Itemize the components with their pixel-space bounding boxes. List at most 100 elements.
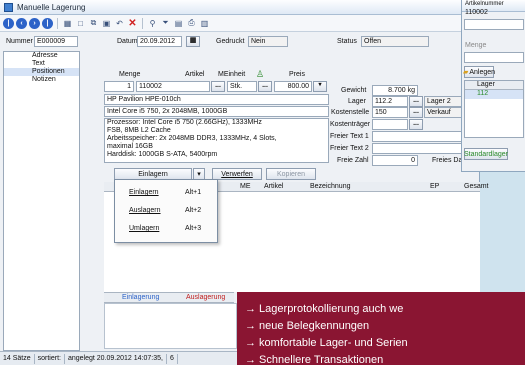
gedruckt-label: Gedruckt bbox=[216, 38, 245, 45]
preis-dropdown-icon[interactable]: ▾ bbox=[313, 81, 327, 92]
lager-lookup-button[interactable]: ... bbox=[409, 96, 423, 107]
standardlager-button[interactable]: Standardlager bbox=[464, 148, 508, 160]
freier-text-1-field[interactable] bbox=[372, 131, 464, 142]
kostenstelle-label: Kostenstelle bbox=[331, 109, 370, 116]
status-label: Status bbox=[337, 38, 357, 45]
note-icon[interactable]: ▥ bbox=[199, 18, 210, 29]
kostentraeger-field[interactable] bbox=[372, 119, 408, 130]
column-ep[interactable]: EP bbox=[430, 183, 439, 190]
second-top-field[interactable] bbox=[464, 19, 524, 30]
window-title: Manuelle Lagerung bbox=[17, 2, 86, 12]
next-icon[interactable]: › bbox=[29, 17, 40, 29]
menge-label: Menge bbox=[119, 71, 141, 78]
toolbar: | ‹ › | ▦ □ ⧉ ▣ ↶ ✕ ⚲ ⏷ ▤ ⎙ ▥ bbox=[0, 15, 479, 32]
menu-item-umlagern[interactable]: Umlagern bbox=[129, 225, 159, 232]
promo-banner: → Lagerprotokollierung auch we → neue Be… bbox=[237, 292, 525, 365]
doc-icon[interactable]: ▤ bbox=[173, 18, 184, 29]
toolbar-separator bbox=[57, 17, 58, 29]
kostenstelle-field[interactable]: 150 bbox=[372, 107, 408, 118]
bezeichnung-field[interactable]: HP Pavilion HPE-010ch bbox=[104, 94, 329, 105]
banner-line: → neue Belegkennungen bbox=[245, 320, 370, 332]
last-icon[interactable]: | bbox=[42, 17, 53, 29]
status-field: Offen bbox=[361, 36, 429, 47]
artikel-field[interactable]: 110002 bbox=[136, 81, 210, 92]
verwerfen-button[interactable]: Verwerfen bbox=[212, 168, 262, 180]
datum-label: Datum bbox=[117, 38, 138, 45]
column-artikel[interactable]: Artikel bbox=[264, 183, 283, 190]
kopieren-button[interactable]: Kopieren bbox=[266, 168, 316, 180]
anlegen-button[interactable]: ▰ Anlegen bbox=[463, 66, 495, 78]
artikelnummer-value: 110002 bbox=[465, 9, 488, 16]
person-icon: ♙ bbox=[256, 69, 265, 79]
kurztext-field[interactable]: Intel Core i5 750, 2x 2048MB, 1000GB bbox=[104, 106, 329, 117]
column-gesamt[interactable]: Gesamt bbox=[464, 183, 489, 190]
save-icon[interactable]: ▣ bbox=[101, 18, 112, 29]
calendar-icon[interactable]: ▦ bbox=[186, 36, 200, 47]
sidebar: Adresse Text Positionen Notizen bbox=[3, 51, 80, 351]
lager-name-field: Lager 2 bbox=[424, 96, 464, 107]
desc-line: Arbeitsspeicher: 2x 2048MB DDR3, 1333MHz… bbox=[107, 135, 277, 142]
sort-status: sortiert: bbox=[35, 353, 65, 364]
desc-line: Harddisk: 1000GB S-ATA, 5400rpm bbox=[107, 151, 218, 158]
beschreibung-textarea[interactable]: Prozessor: Intel Core i5 750 (2.66GHz), … bbox=[104, 118, 329, 163]
artikel-label: Artikel bbox=[185, 71, 205, 78]
artikel-lookup-button[interactable]: ... bbox=[211, 81, 225, 92]
funnel-icon[interactable]: ⏷ bbox=[160, 18, 171, 29]
sidebar-item-positionen[interactable]: Positionen bbox=[4, 68, 79, 76]
freies-datum-label: Freies Da bbox=[432, 157, 463, 164]
preis-field[interactable]: 800.00 bbox=[274, 81, 312, 92]
gewicht-field[interactable]: 8.700 kg bbox=[372, 85, 418, 96]
menu-shortcut: Alt+2 bbox=[185, 207, 202, 214]
tab-einlagerung[interactable]: Einlagerung bbox=[122, 294, 159, 301]
app-icon bbox=[4, 2, 13, 12]
undo-icon[interactable]: ↶ bbox=[114, 18, 125, 29]
datum-field[interactable]: 20.09.2012 bbox=[137, 36, 182, 47]
delete-icon[interactable]: ✕ bbox=[127, 18, 138, 29]
meinheit-lookup-button[interactable]: ... bbox=[258, 81, 272, 92]
grid-icon[interactable]: ▦ bbox=[62, 18, 73, 29]
sidebar-item-adresse[interactable]: Adresse bbox=[4, 52, 79, 60]
freie-zahl-label: Freie Zahl bbox=[337, 157, 369, 164]
banner-line: → Schnellere Transaktionen bbox=[245, 354, 384, 365]
freie-zahl-field[interactable]: 0 bbox=[372, 155, 418, 166]
sidebar-item-notizen[interactable]: Notizen bbox=[4, 76, 79, 84]
column-bezeichnung[interactable]: Bezeichnung bbox=[310, 183, 350, 190]
lower-grid bbox=[104, 303, 237, 349]
menu-item-einlagern[interactable]: Einlagern bbox=[129, 189, 159, 196]
new-icon[interactable]: □ bbox=[75, 18, 86, 29]
lager-row[interactable]: 112 bbox=[465, 90, 523, 99]
title-bar: Manuelle Lagerung bbox=[0, 0, 479, 15]
menge-field[interactable]: 1 bbox=[104, 81, 134, 92]
created-status: angelegt 20.09.2012 14:07:35, bbox=[65, 353, 167, 364]
lager-column-header[interactable]: Lager bbox=[465, 81, 523, 90]
meinheit-field[interactable]: Stk. bbox=[227, 81, 257, 92]
record-count: 14 Sätze bbox=[0, 353, 35, 364]
meinheit-label: MEinheit bbox=[218, 71, 246, 78]
print-icon[interactable]: ⎙ bbox=[186, 18, 197, 29]
menu-shortcut: Alt+1 bbox=[185, 189, 202, 196]
first-icon[interactable]: | bbox=[3, 17, 14, 29]
kostenstelle-lookup-button[interactable]: ... bbox=[409, 107, 423, 118]
filter-icon[interactable]: ⚲ bbox=[147, 18, 158, 29]
artikelnummer-label: Artikelnummer bbox=[465, 1, 504, 7]
lager-label: Lager bbox=[348, 98, 366, 105]
menge-field-2[interactable] bbox=[464, 52, 524, 63]
freier-text-1-label: Freier Text 1 bbox=[330, 133, 369, 140]
desc-line: maximal 16GB bbox=[107, 143, 153, 150]
lager-field[interactable]: 112.2 bbox=[372, 96, 408, 107]
menu-item-auslagern[interactable]: Auslagern bbox=[129, 207, 161, 214]
column-me[interactable]: ME bbox=[240, 183, 251, 190]
freier-text-2-label: Freier Text 2 bbox=[330, 145, 369, 152]
copy-icon[interactable]: ⧉ bbox=[88, 18, 99, 29]
kostentraeger-lookup-button[interactable]: ... bbox=[409, 119, 423, 130]
prev-icon[interactable]: ‹ bbox=[16, 17, 27, 29]
sidebar-item-text[interactable]: Text bbox=[4, 60, 79, 68]
nummer-label: Nummer bbox=[6, 38, 33, 45]
tab-auslagerung[interactable]: Auslagerung bbox=[186, 294, 225, 301]
nummer-field[interactable]: E000009 bbox=[34, 36, 78, 47]
lower-tabs: Einlagerung Auslagerung bbox=[104, 292, 234, 303]
desc-line: Prozessor: Intel Core i5 750 (2.66GHz), … bbox=[107, 119, 262, 126]
menu-shortcut: Alt+3 bbox=[185, 225, 202, 232]
banner-line: → Lagerprotokollierung auch we bbox=[245, 303, 404, 315]
freier-text-2-field[interactable] bbox=[372, 143, 464, 154]
